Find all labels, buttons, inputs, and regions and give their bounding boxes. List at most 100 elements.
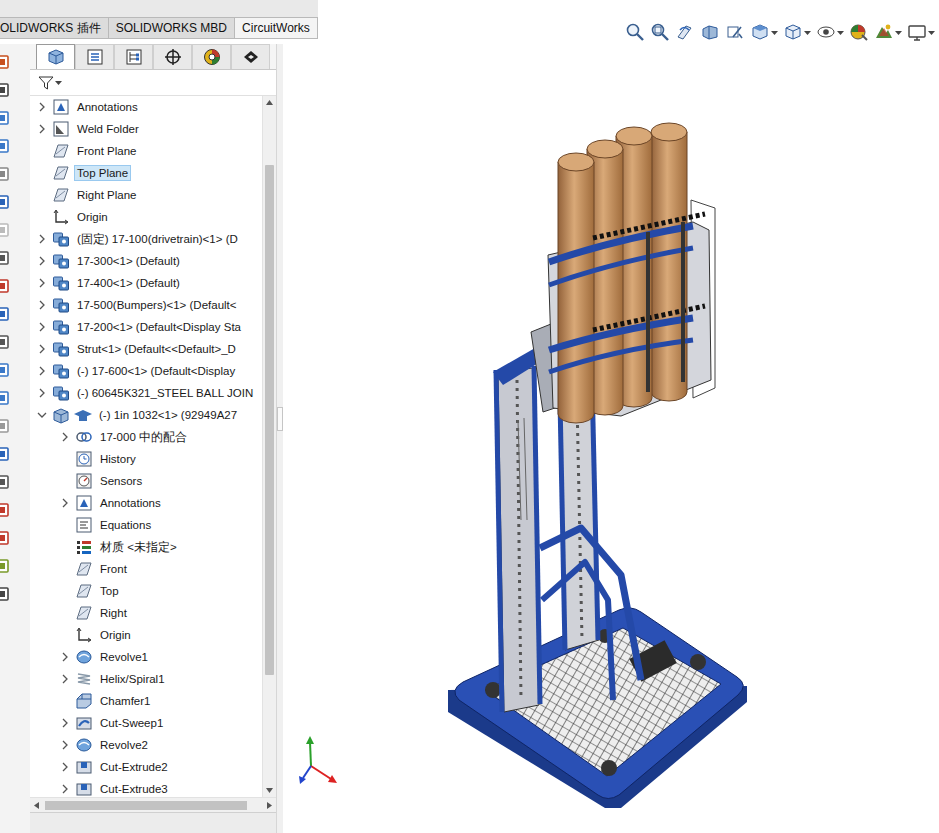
tree-item-label[interactable]: Annotations <box>97 495 164 511</box>
heads-up-button[interactable] <box>725 21 745 43</box>
tree-item-label[interactable]: (-) 60645K321_STEEL BALL JOIN <box>74 385 256 401</box>
expand-arrow-icon[interactable] <box>36 277 48 289</box>
tree-item-label[interactable]: Front <box>97 561 130 577</box>
filter-icon[interactable] <box>38 75 54 91</box>
tree-item-label[interactable]: Cut-Extrude3 <box>97 781 171 797</box>
dropdown-caret-icon[interactable] <box>928 29 935 36</box>
heads-up-button[interactable] <box>700 21 720 43</box>
tree-item-label[interactable]: 17-400<1> (Default) <box>74 275 183 291</box>
panel-splitter[interactable] <box>276 44 283 833</box>
tree-item[interactable]: Revolve2 <box>30 734 262 756</box>
heads-up-button[interactable] <box>750 21 778 43</box>
heads-up-button[interactable] <box>625 21 645 43</box>
tree-item[interactable]: 17-300<1> (Default) <box>30 250 262 272</box>
command-icon[interactable] <box>0 390 11 406</box>
command-icon[interactable] <box>0 362 11 378</box>
tree-item[interactable]: Origin <box>30 206 262 228</box>
tree-item-label[interactable]: Helix/Spiral1 <box>97 671 168 687</box>
tree-item-label[interactable]: Front Plane <box>74 143 139 159</box>
command-icon[interactable] <box>0 586 11 602</box>
command-icon[interactable] <box>0 278 11 294</box>
tree-item-label[interactable]: Strut<1> (Default<<Default>_D <box>74 341 239 357</box>
command-icon[interactable] <box>0 54 11 70</box>
tree-item-label[interactable]: Revolve1 <box>97 649 151 665</box>
scroll-left-button[interactable] <box>30 799 43 812</box>
dropdown-caret-icon[interactable] <box>837 29 844 36</box>
tree-item-label[interactable]: Cut-Sweep1 <box>97 715 166 731</box>
tree-item[interactable]: Right <box>30 602 262 624</box>
tree-item[interactable]: Annotations <box>30 96 262 118</box>
vertical-scrollbar[interactable] <box>262 96 276 797</box>
tree-item-label[interactable]: Annotations <box>74 99 141 115</box>
tree-item[interactable]: (-) 60645K321_STEEL BALL JOIN <box>30 382 262 404</box>
dropdown-caret-icon[interactable] <box>804 29 811 36</box>
expand-arrow-icon[interactable] <box>36 365 48 377</box>
scroll-thumb[interactable] <box>265 165 274 675</box>
manager-tab[interactable] <box>75 44 114 69</box>
tree-item-label[interactable]: Sensors <box>97 473 145 489</box>
tree-item[interactable]: 17-200<1> (Default<Display Sta <box>30 316 262 338</box>
tree-item[interactable]: Origin <box>30 624 262 646</box>
tree-item-label[interactable]: 17-200<1> (Default<Display Sta <box>74 319 244 335</box>
command-icon[interactable] <box>0 446 11 462</box>
tree-item[interactable]: Top Plane <box>30 162 262 184</box>
tree-item-label[interactable]: 材质 <未指定> <box>97 538 180 557</box>
tree-item[interactable]: Equations <box>30 514 262 536</box>
tree-item-label[interactable]: 17-300<1> (Default) <box>74 253 183 269</box>
expand-arrow-icon[interactable] <box>59 783 71 795</box>
tree-item[interactable]: 17-400<1> (Default) <box>30 272 262 294</box>
command-manager-tab[interactable]: OLIDWORKS 插件 <box>0 17 109 39</box>
tree-item-label[interactable]: Origin <box>97 627 134 643</box>
expand-arrow-icon[interactable] <box>59 431 71 443</box>
tree-item-label[interactable]: (固定) 17-100(drivetrain)<1> (D <box>74 230 241 249</box>
tree-item-label[interactable]: Top Plane <box>74 165 131 181</box>
dropdown-caret-icon[interactable] <box>55 79 62 86</box>
horizontal-scrollbar[interactable] <box>30 797 276 812</box>
command-icon[interactable] <box>0 558 11 574</box>
expand-arrow-icon[interactable] <box>59 717 71 729</box>
manager-tab[interactable] <box>153 44 192 69</box>
expand-arrow-icon[interactable] <box>59 761 71 773</box>
tree-item[interactable]: 17-000 中的配合 <box>30 426 262 448</box>
tree-item-label[interactable]: Right <box>97 605 130 621</box>
tree-item[interactable]: History <box>30 448 262 470</box>
command-icon[interactable] <box>0 474 11 490</box>
heads-up-button[interactable] <box>907 21 935 43</box>
tree-item[interactable]: Cut-Sweep1 <box>30 712 262 734</box>
command-icon[interactable] <box>0 82 11 98</box>
tree-item[interactable]: Right Plane <box>30 184 262 206</box>
command-manager-tab[interactable]: SOLIDWORKS MBD <box>109 17 235 39</box>
heads-up-button[interactable] <box>849 21 869 43</box>
command-manager-tab[interactable]: CircuitWorks <box>235 17 318 39</box>
tree-item[interactable]: Sensors <box>30 470 262 492</box>
expand-arrow-icon[interactable] <box>59 651 71 663</box>
tree-item-label[interactable]: Revolve2 <box>97 737 151 753</box>
command-icon[interactable] <box>0 334 11 350</box>
tree-item[interactable]: Revolve1 <box>30 646 262 668</box>
tree-item-label[interactable]: (-) 1in 1032<1> (92949A27 <box>96 407 240 423</box>
command-icon[interactable] <box>0 166 11 182</box>
manager-tab[interactable] <box>231 44 270 69</box>
expand-arrow-icon[interactable] <box>59 497 71 509</box>
heads-up-button[interactable] <box>816 21 844 43</box>
heads-up-button[interactable] <box>650 21 670 43</box>
tree-item[interactable]: 材质 <未指定> <box>30 536 262 558</box>
tree-item[interactable]: Annotations <box>30 492 262 514</box>
manager-tab[interactable] <box>114 44 153 69</box>
tree-item[interactable]: (固定) 17-100(drivetrain)<1> (D <box>30 228 262 250</box>
expand-arrow-icon[interactable] <box>36 123 48 135</box>
tree-item-label[interactable]: Cut-Extrude2 <box>97 759 171 775</box>
scroll-right-button[interactable] <box>263 799 276 812</box>
command-icon[interactable] <box>0 306 11 322</box>
expand-arrow-icon[interactable] <box>36 387 48 399</box>
expand-arrow-icon[interactable] <box>36 299 48 311</box>
tree-item-label[interactable]: (-) 17-600<1> (Default<Display <box>74 363 238 379</box>
heads-up-button[interactable] <box>675 21 695 43</box>
expand-arrow-icon[interactable] <box>36 255 48 267</box>
tree-item-label[interactable]: History <box>97 451 139 467</box>
heads-up-button[interactable] <box>874 21 902 43</box>
graphics-area[interactable] <box>283 44 939 833</box>
command-icon[interactable] <box>0 418 11 434</box>
tree-item[interactable]: Chamfer1 <box>30 690 262 712</box>
command-icon[interactable] <box>0 250 11 266</box>
